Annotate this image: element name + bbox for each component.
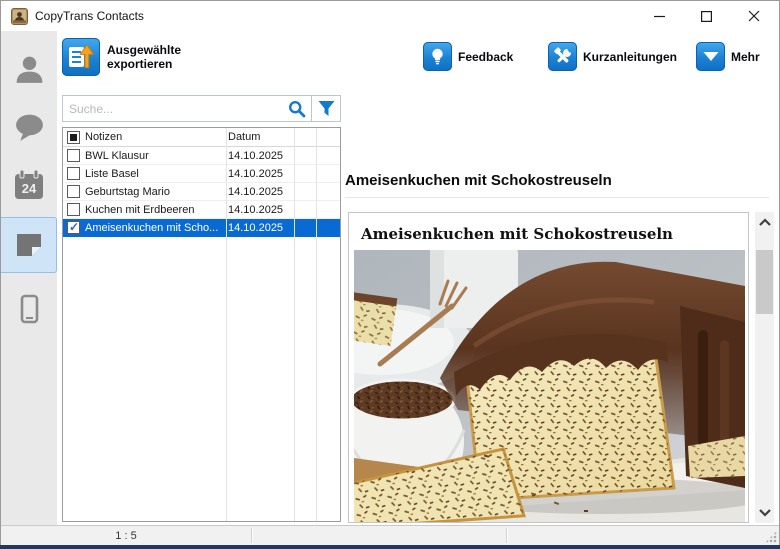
scroll-down-button[interactable]: [755, 503, 774, 523]
app-logo-icon: [11, 8, 28, 25]
note-date: 14.10.2025: [228, 167, 284, 180]
sidebar-item-notes[interactable]: [1, 217, 57, 273]
more-label: Mehr: [731, 49, 760, 64]
svg-text:24: 24: [22, 181, 37, 196]
funnel-icon: [318, 101, 334, 116]
column-divider[interactable]: [316, 128, 317, 521]
detail-scrollbar[interactable]: [755, 212, 774, 523]
note-checkbox[interactable]: [67, 167, 80, 180]
resize-grip[interactable]: [765, 531, 777, 543]
note-icon: [16, 234, 41, 256]
sidebar: 24: [1, 31, 57, 525]
search-icon[interactable]: [283, 96, 311, 121]
detail-heading: Ameisenkuchen mit Schokostreuseln: [345, 172, 612, 189]
note-checkbox[interactable]: [67, 185, 80, 198]
note-title: Geburtstag Mario: [85, 185, 170, 198]
sidebar-item-messages[interactable]: [1, 101, 57, 153]
note-title: Liste Basel: [85, 167, 139, 180]
heading-divider: [345, 197, 769, 198]
status-bar: 1 : 5: [1, 525, 779, 545]
chevron-down-icon: [696, 42, 725, 71]
minimize-button[interactable]: [636, 1, 683, 31]
note-title: BWL Klausur: [85, 149, 149, 162]
sidebar-item-calendar[interactable]: 24: [1, 159, 57, 211]
feedback-button[interactable]: Feedback: [423, 42, 513, 71]
phone-icon: [20, 294, 39, 324]
guides-button[interactable]: Kurzanleitungen: [548, 42, 677, 71]
note-date: 14.10.2025: [228, 149, 284, 162]
search-bar: [62, 95, 341, 122]
export-icon: [62, 38, 100, 76]
calendar-icon: 24: [15, 169, 43, 199]
more-button[interactable]: Mehr: [696, 42, 760, 71]
chat-icon: [15, 114, 43, 141]
filter-button[interactable]: [311, 96, 340, 121]
lightbulb-icon: [423, 42, 452, 71]
note-row[interactable]: Liste Basel 14.10.2025: [63, 165, 340, 183]
selection-count: 1 : 5: [115, 529, 137, 542]
note-checkbox[interactable]: [67, 203, 80, 216]
export-label: Ausgewählte exportieren: [107, 43, 182, 71]
window-bottom-edge: [0, 545, 780, 549]
sidebar-item-contacts[interactable]: [1, 43, 57, 95]
close-button[interactable]: [730, 1, 777, 31]
note-photo: [354, 250, 745, 522]
maximize-button[interactable]: [683, 1, 730, 31]
title-bar: CopyTrans Contacts: [1, 1, 779, 31]
note-document: Ameisenkuchen mit Schokostreuseln: [348, 212, 749, 523]
scrollbar-thumb[interactable]: [756, 250, 773, 314]
note-document-title: Ameisenkuchen mit Schokostreuseln: [361, 225, 673, 243]
sidebar-item-device[interactable]: [1, 283, 57, 335]
note-title: Kuchen mit Erdbeeren: [85, 203, 195, 216]
scroll-up-button[interactable]: [755, 212, 774, 232]
note-row[interactable]: Kuchen mit Erdbeeren 14.10.2025: [63, 201, 340, 219]
person-icon: [16, 56, 42, 83]
note-checkbox[interactable]: [67, 149, 80, 162]
note-title: Ameisenkuchen mit Scho...: [85, 221, 219, 234]
table-header-row[interactable]: Notizen Datum: [63, 128, 340, 147]
note-row[interactable]: BWL Klausur 14.10.2025: [63, 147, 340, 165]
app-window: CopyTrans Contacts 24 Ausgewählte export…: [0, 0, 780, 549]
note-checkbox[interactable]: [67, 220, 80, 234]
guides-label: Kurzanleitungen: [583, 49, 678, 64]
statusbar-divider: [251, 528, 252, 543]
note-date: 14.10.2025: [228, 203, 284, 216]
tools-icon: [548, 42, 577, 71]
export-selected-button[interactable]: Ausgewählte exportieren: [62, 38, 181, 76]
note-row[interactable]: Ameisenkuchen mit Scho... 14.10.2025: [63, 219, 340, 237]
note-row[interactable]: Geburtstag Mario 14.10.2025: [63, 183, 340, 201]
search-input[interactable]: [63, 96, 283, 121]
select-all-checkbox[interactable]: [67, 130, 80, 144]
statusbar-divider: [506, 528, 507, 543]
window-title: CopyTrans Contacts: [35, 9, 144, 23]
feedback-label: Feedback: [458, 49, 514, 64]
notes-table: Notizen Datum BWL Klausur 14.10.2025 Lis…: [62, 127, 341, 522]
column-header-notizen[interactable]: Notizen: [85, 131, 221, 143]
column-divider[interactable]: [294, 128, 295, 521]
note-date: 14.10.2025: [228, 185, 284, 198]
column-divider[interactable]: [226, 128, 227, 521]
note-date: 14.10.2025: [228, 221, 284, 234]
